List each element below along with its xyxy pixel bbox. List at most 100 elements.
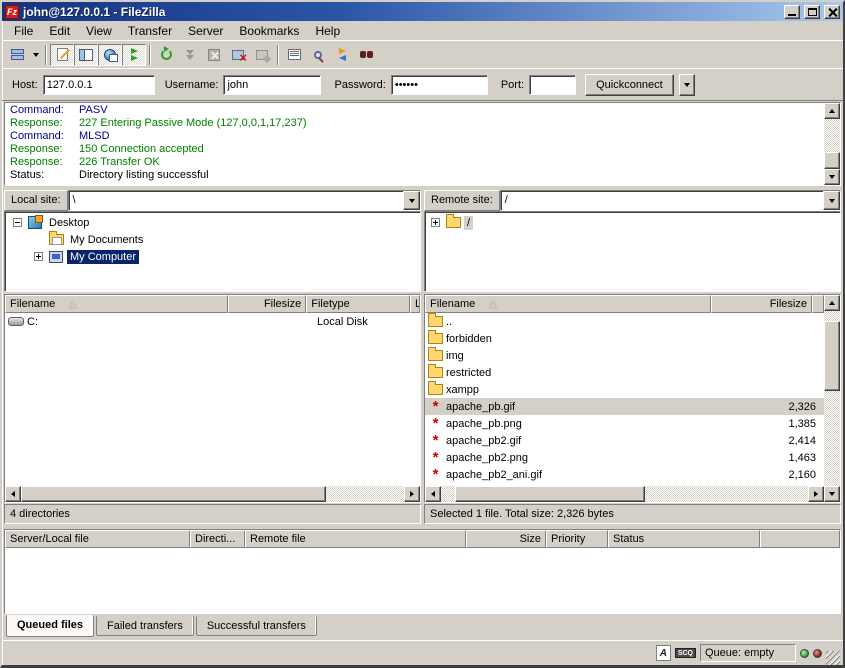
password-input[interactable] [391,75,488,95]
find-files-button[interactable] [354,44,378,66]
scroll-left-button[interactable] [425,486,441,502]
port-input[interactable] [529,75,576,95]
menu-help[interactable]: Help [307,23,348,39]
host-input[interactable] [43,75,155,95]
toggle-remote-tree-button[interactable] [98,44,122,66]
expand-icon[interactable] [34,252,43,261]
local-tree[interactable]: Desktop My Documents My Computer [4,211,421,292]
remote-site-combo[interactable]: / [500,190,841,211]
remote-list-body[interactable]: .. forbidden img restricted xampp *apach… [425,313,824,486]
collapse-icon[interactable] [13,218,22,227]
tree-item-my-documents[interactable]: My Documents [5,231,420,248]
tree-item-desktop[interactable]: Desktop [5,214,420,231]
column-header-size[interactable]: Size [466,530,546,548]
toggle-transfer-queue-button[interactable] [122,44,146,66]
column-header-remote-file[interactable]: Remote file [245,530,466,548]
menu-transfer[interactable]: Transfer [120,23,180,39]
file-row-c-drive[interactable]: C: Local Disk [5,313,420,330]
file-row-selected[interactable]: *apache_pb.gif2,326 [425,398,824,415]
column-header-filename[interactable]: Filename [5,295,228,313]
local-site-dropdown[interactable] [403,191,420,210]
file-row[interactable]: *apache_pb2.png1,463 [425,449,824,466]
quickconnect-bar: Host: Username: Password: Port: Quickcon… [2,68,843,100]
file-row[interactable]: forbidden [425,330,824,347]
scroll-track[interactable] [824,119,840,169]
scroll-left-button[interactable] [5,486,21,502]
scroll-thumb[interactable] [824,321,840,391]
scroll-thumb[interactable] [455,486,645,502]
message-log[interactable]: Command:PASV Response:227 Entering Passi… [5,103,824,185]
column-header-filesize[interactable]: Filesize [711,295,812,313]
toggle-message-log-button[interactable] [50,44,74,66]
site-manager-button[interactable] [5,44,29,66]
queue-body[interactable] [5,548,840,613]
local-horizontal-scrollbar[interactable] [5,486,420,502]
scroll-right-button[interactable] [808,486,824,502]
tree-item-my-computer[interactable]: My Computer [5,248,420,265]
column-header-last-modified[interactable]: L [410,295,420,313]
log-scrollbar[interactable] [824,103,840,185]
expand-icon[interactable] [431,218,440,227]
maximize-button[interactable] [804,5,820,19]
menu-edit[interactable]: Edit [41,23,78,39]
file-row[interactable]: *apache_pb2_ani.gif2,160 [425,466,824,483]
minimize-button[interactable] [784,5,800,19]
quickconnect-dropdown[interactable] [679,74,695,96]
scroll-down-button[interactable] [824,486,840,502]
close-button[interactable] [824,5,840,19]
site-manager-dropdown[interactable] [29,44,42,66]
scroll-track[interactable] [824,311,840,486]
file-row[interactable]: restricted [425,364,824,381]
directory-filters-button[interactable] [282,44,306,66]
scroll-track[interactable] [21,486,404,502]
file-row[interactable]: .. [425,313,824,330]
tab-queued-files[interactable]: Queued files [6,615,94,637]
column-header-filename[interactable]: Filename [425,295,711,313]
remote-horizontal-scrollbar[interactable] [425,486,824,502]
menu-view[interactable]: View [78,23,120,39]
reconnect-button[interactable] [250,44,274,66]
file-row[interactable]: img [425,347,824,364]
tree-item-root[interactable]: / [425,214,840,231]
column-header-priority[interactable]: Priority [546,530,608,548]
disconnect-button[interactable] [226,44,250,66]
synchronized-browsing-button[interactable] [330,44,354,66]
column-header-direction[interactable]: Directi... [190,530,245,548]
local-list-body[interactable]: C: Local Disk [5,313,420,486]
scroll-track[interactable] [441,486,808,502]
remote-tree[interactable]: / [424,211,841,292]
speed-limit-indicator-icon[interactable]: SCQ [675,648,696,658]
column-header-server-local-file[interactable]: Server/Local file [5,530,190,548]
quickconnect-button[interactable]: Quickconnect [585,74,674,96]
directory-comparison-button[interactable] [306,44,330,66]
scroll-down-button[interactable] [824,169,840,185]
scroll-right-button[interactable] [404,486,420,502]
transfer-type-indicator-icon[interactable]: A [656,645,671,661]
username-input[interactable] [223,75,321,95]
scroll-up-button[interactable] [824,295,840,311]
menu-server[interactable]: Server [180,23,231,39]
menu-file[interactable]: File [6,23,41,39]
cancel-button[interactable] [202,44,226,66]
resize-grip[interactable] [826,651,840,665]
remote-site-dropdown[interactable] [823,191,840,210]
file-row[interactable]: *apache_pb2.gif2,414 [425,432,824,449]
file-row[interactable]: xampp [425,381,824,398]
refresh-button[interactable] [154,44,178,66]
column-header-status[interactable]: Status [608,530,760,548]
scroll-thumb[interactable] [21,486,326,502]
column-header-extra[interactable] [812,295,824,313]
remote-vertical-scrollbar[interactable] [824,295,840,502]
tab-failed-transfers[interactable]: Failed transfers [96,616,194,636]
scroll-up-button[interactable] [824,103,840,119]
column-header-extra[interactable] [760,530,840,548]
file-row[interactable]: *apache_pb.png1,385 [425,415,824,432]
scroll-thumb[interactable] [824,152,840,169]
local-site-combo[interactable]: \ [68,190,421,211]
toggle-local-tree-button[interactable] [74,44,98,66]
process-queue-button[interactable] [178,44,202,66]
menu-bookmarks[interactable]: Bookmarks [231,23,307,39]
tab-successful-transfers[interactable]: Successful transfers [196,616,317,636]
column-header-filetype[interactable]: Filetype [306,295,410,313]
column-header-filesize[interactable]: Filesize [228,295,306,313]
